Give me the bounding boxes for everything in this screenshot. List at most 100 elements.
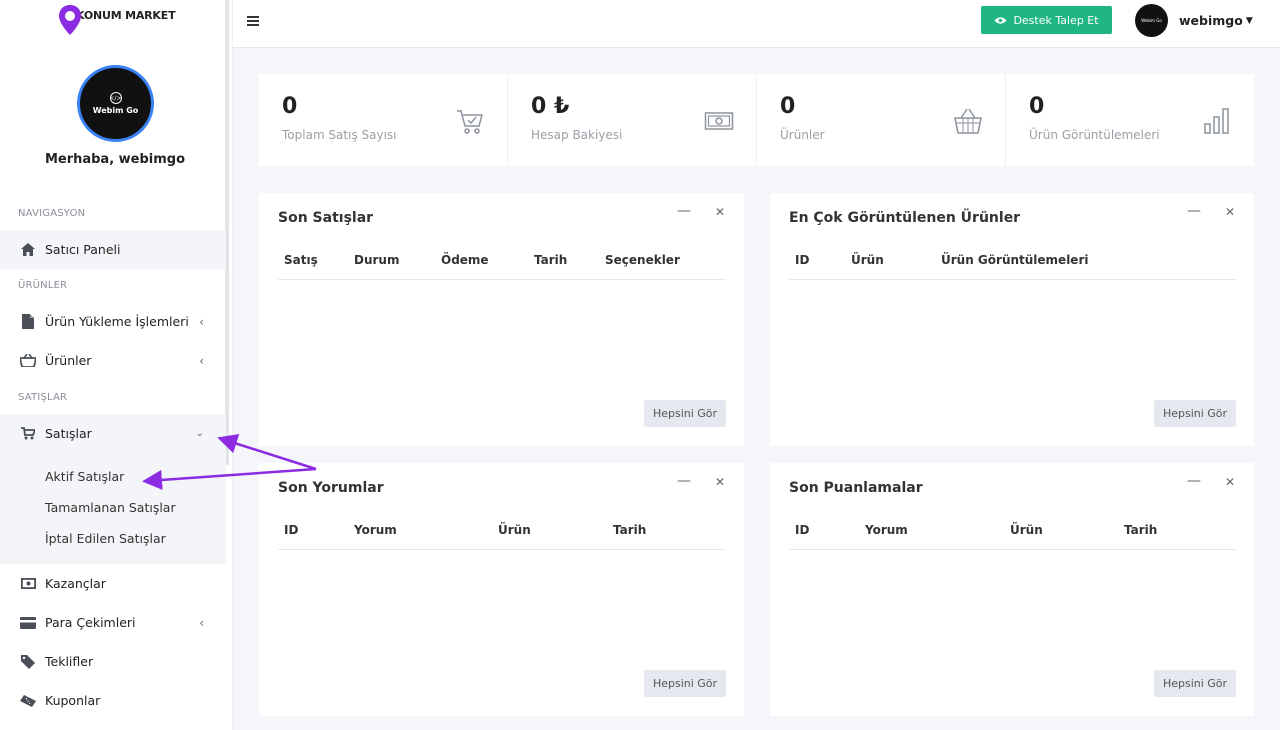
section-sales: SATIŞLAR [18, 392, 68, 403]
card-title: En Çok Görüntülenen Ürünler [789, 210, 1021, 226]
column-header[interactable]: Yorum [354, 523, 397, 537]
sidebar-item-coupons[interactable]: Kuponlar [0, 681, 226, 720]
code-icon: </> [109, 92, 122, 104]
user-menu[interactable]: Webim Go webimgo ▼ [1135, 4, 1253, 37]
avatar-brand-text: Webim Go [92, 106, 139, 115]
sidebar-item-label: Kazançlar [45, 576, 106, 591]
brand-logo[interactable]: KONUM MARKET [58, 4, 176, 36]
menu-toggle-icon[interactable] [247, 14, 259, 28]
section-navigation: NAVIGASYON [18, 208, 86, 219]
sidebar-item-label: Satıcı Paneli [45, 242, 121, 257]
stat-value: 0 ₺ [531, 94, 570, 119]
stat-value: 0 [780, 94, 796, 119]
close-icon[interactable]: ✕ [715, 475, 725, 489]
chevron-left-icon: ‹ [199, 615, 204, 630]
column-header[interactable]: ID [795, 523, 809, 537]
column-header[interactable]: Ödeme [441, 253, 489, 267]
close-icon[interactable]: ✕ [1225, 205, 1235, 219]
stats-panel: 0 Toplam Satış Sayısı 0 ₺ Hesap Bakiyesi… [259, 74, 1254, 166]
stat-value: 0 [1029, 94, 1045, 119]
stat-balance: 0 ₺ Hesap Bakiyesi [508, 74, 757, 166]
profile-avatar[interactable]: </> Webim Go [77, 65, 154, 142]
money-icon [20, 576, 36, 592]
sidebar-subitem-active-sales[interactable]: Aktif Satışlar [45, 469, 124, 484]
table-header: ID Yorum Ürün Tarih [789, 523, 1236, 550]
card-title: Son Puanlamalar [789, 480, 923, 496]
stat-product-views: 0 Ürün Görüntülemeleri [1006, 74, 1254, 166]
sidebar-item-dashboard[interactable]: Satıcı Paneli [0, 230, 226, 269]
sidebar-item-sales[interactable]: Satışlar ⌄ [0, 414, 226, 453]
table-header: Satış Durum Ödeme Tarih Seçenekler [278, 253, 726, 280]
ticket-icon [20, 693, 36, 709]
column-header[interactable]: Ürün [851, 253, 884, 267]
file-icon [20, 314, 36, 330]
user-avatar: Webim Go [1135, 4, 1168, 37]
close-icon[interactable]: ✕ [715, 205, 725, 219]
column-header[interactable]: Ürün [498, 523, 531, 537]
stat-label: Ürün Görüntülemeleri [1029, 128, 1160, 142]
column-header[interactable]: Seçenekler [605, 253, 680, 267]
topbar: Destek Talep Et Webim Go webimgo ▼ [233, 0, 1280, 48]
chevron-down-icon: ⌄ [195, 428, 204, 439]
stat-total-sales: 0 Toplam Satış Sayısı [259, 74, 508, 166]
basket-icon [954, 108, 982, 134]
cart-check-icon [457, 110, 483, 134]
eye-icon [994, 16, 1007, 24]
see-all-button[interactable]: Hepsini Gör [1154, 400, 1236, 427]
column-header[interactable]: Satış [284, 253, 318, 267]
close-icon[interactable]: ✕ [1225, 475, 1235, 489]
minimize-icon[interactable]: — [1187, 473, 1201, 489]
card-title: Son Satışlar [278, 210, 374, 226]
card-recent-comments: Son Yorumlar — ✕ ID Yorum Ürün Tarih Hep… [259, 463, 744, 716]
see-all-button[interactable]: Hepsini Gör [644, 670, 726, 697]
see-all-button[interactable]: Hepsini Gör [1154, 670, 1236, 697]
stat-label: Ürünler [780, 128, 825, 142]
column-header[interactable]: Tarih [613, 523, 646, 537]
greeting: Merhaba, webimgo [44, 152, 186, 167]
section-products: ÜRÜNLER [18, 280, 68, 291]
bar-chart-icon [1204, 108, 1229, 134]
sidebar-item-offers[interactable]: Teklifler [0, 642, 226, 681]
table-header: ID Ürün Ürün Görüntülemeleri [789, 253, 1236, 280]
sidebar-subitem-completed-sales[interactable]: Tamamlanan Satışlar [45, 500, 176, 515]
chevron-left-icon: ‹ [199, 353, 204, 368]
column-header[interactable]: Tarih [1124, 523, 1157, 537]
username: webimgo [1179, 13, 1243, 28]
see-all-button[interactable]: Hepsini Gör [644, 400, 726, 427]
tag-icon [20, 654, 36, 670]
support-ticket-button[interactable]: Destek Talep Et [981, 6, 1112, 34]
chevron-left-icon: ‹ [199, 314, 204, 329]
column-header[interactable]: ID [284, 523, 298, 537]
minimize-icon[interactable]: — [677, 203, 691, 219]
money-icon [704, 112, 734, 130]
sidebar-item-label: Satışlar [45, 426, 92, 441]
minimize-icon[interactable]: — [677, 473, 691, 489]
column-header[interactable]: Ürün Görüntülemeleri [941, 253, 1088, 267]
column-header[interactable]: ID [795, 253, 809, 267]
support-ticket-label: Destek Talep Et [1013, 13, 1099, 27]
stat-products: 0 Ürünler [757, 74, 1006, 166]
card-recent-sales: Son Satışlar — ✕ Satış Durum Ödeme Tarih… [259, 193, 744, 446]
brand-name: KONUM MARKET [76, 8, 176, 22]
card-recent-ratings: Son Puanlamalar — ✕ ID Yorum Ürün Tarih … [770, 463, 1254, 716]
column-header[interactable]: Ürün [1010, 523, 1043, 537]
minimize-icon[interactable]: — [1187, 203, 1201, 219]
location-pin-icon [58, 4, 82, 36]
stat-value: 0 [282, 94, 298, 119]
basket-icon [20, 353, 36, 369]
sidebar-item-earnings[interactable]: Kazançlar [0, 564, 226, 603]
sidebar-item-products[interactable]: Ürünler ‹ [0, 341, 226, 380]
sidebar-item-label: Ürünler [45, 353, 92, 368]
sidebar-item-upload[interactable]: Ürün Yükleme İşlemleri ‹ [0, 302, 226, 341]
column-header[interactable]: Yorum [865, 523, 908, 537]
column-header[interactable]: Durum [354, 253, 399, 267]
table-header: ID Yorum Ürün Tarih [278, 523, 726, 550]
sidebar-item-withdrawals[interactable]: Para Çekimleri ‹ [0, 603, 226, 642]
card-title: Son Yorumlar [278, 480, 384, 496]
sidebar: KONUM MARKET </> Webim Go Merhaba, webim… [0, 0, 233, 730]
column-header[interactable]: Tarih [534, 253, 567, 267]
caret-down-icon: ▼ [1245, 15, 1253, 26]
sidebar-item-label: Kuponlar [45, 693, 101, 708]
sidebar-item-label: Ürün Yükleme İşlemleri [45, 314, 189, 329]
sidebar-subitem-cancelled-sales[interactable]: İptal Edilen Satışlar [45, 531, 166, 546]
